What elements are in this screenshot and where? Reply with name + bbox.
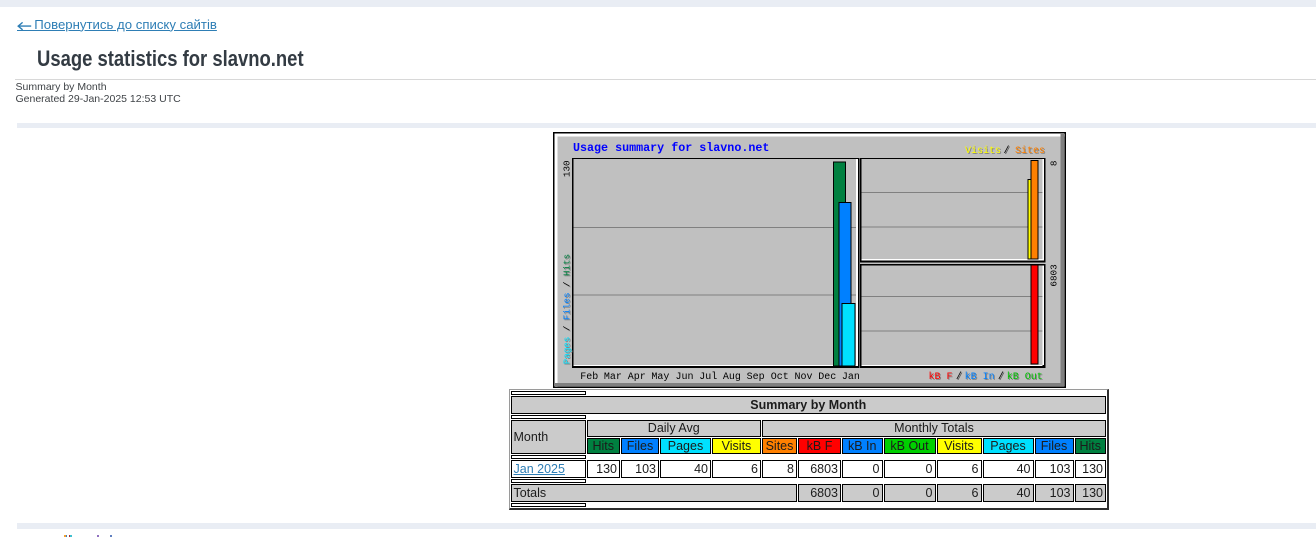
svg-text:/: /: [1004, 145, 1010, 157]
svg-text:Aug: Aug: [723, 373, 741, 384]
svg-text:Jan: Jan: [842, 373, 860, 384]
svg-text:Jul: Jul: [699, 372, 717, 384]
svg-text:Sep: Sep: [747, 373, 765, 384]
svg-text:Usage summary for slavno.net: Usage summary for slavno.net: [573, 142, 769, 156]
svg-text:Mar: Mar: [604, 373, 622, 384]
svg-text:Apr: Apr: [628, 373, 646, 384]
svg-text:8: 8: [1049, 161, 1060, 167]
svg-text:Nov: Nov: [795, 373, 813, 384]
svg-text:Sites: Sites: [1015, 145, 1045, 157]
svg-text:Pages / Files / Hits: Pages / Files / Hits: [562, 254, 573, 364]
svg-text:Dec: Dec: [818, 373, 836, 384]
svg-text:Visits: Visits: [965, 145, 1001, 157]
svg-text:kB Out: kB Out: [1007, 372, 1043, 384]
svg-text:6803: 6803: [1049, 265, 1060, 287]
svg-text:Oct: Oct: [771, 373, 789, 384]
svg-text:kB In: kB In: [965, 372, 995, 384]
svg-text:Feb: Feb: [580, 372, 598, 384]
svg-text:May: May: [651, 373, 669, 384]
svg-text:130: 130: [562, 161, 573, 178]
svg-text:Jun: Jun: [676, 373, 694, 384]
svg-text:/: /: [998, 372, 1004, 384]
svg-text:/: /: [956, 372, 962, 384]
svg-text:kB F: kB F: [929, 372, 953, 384]
